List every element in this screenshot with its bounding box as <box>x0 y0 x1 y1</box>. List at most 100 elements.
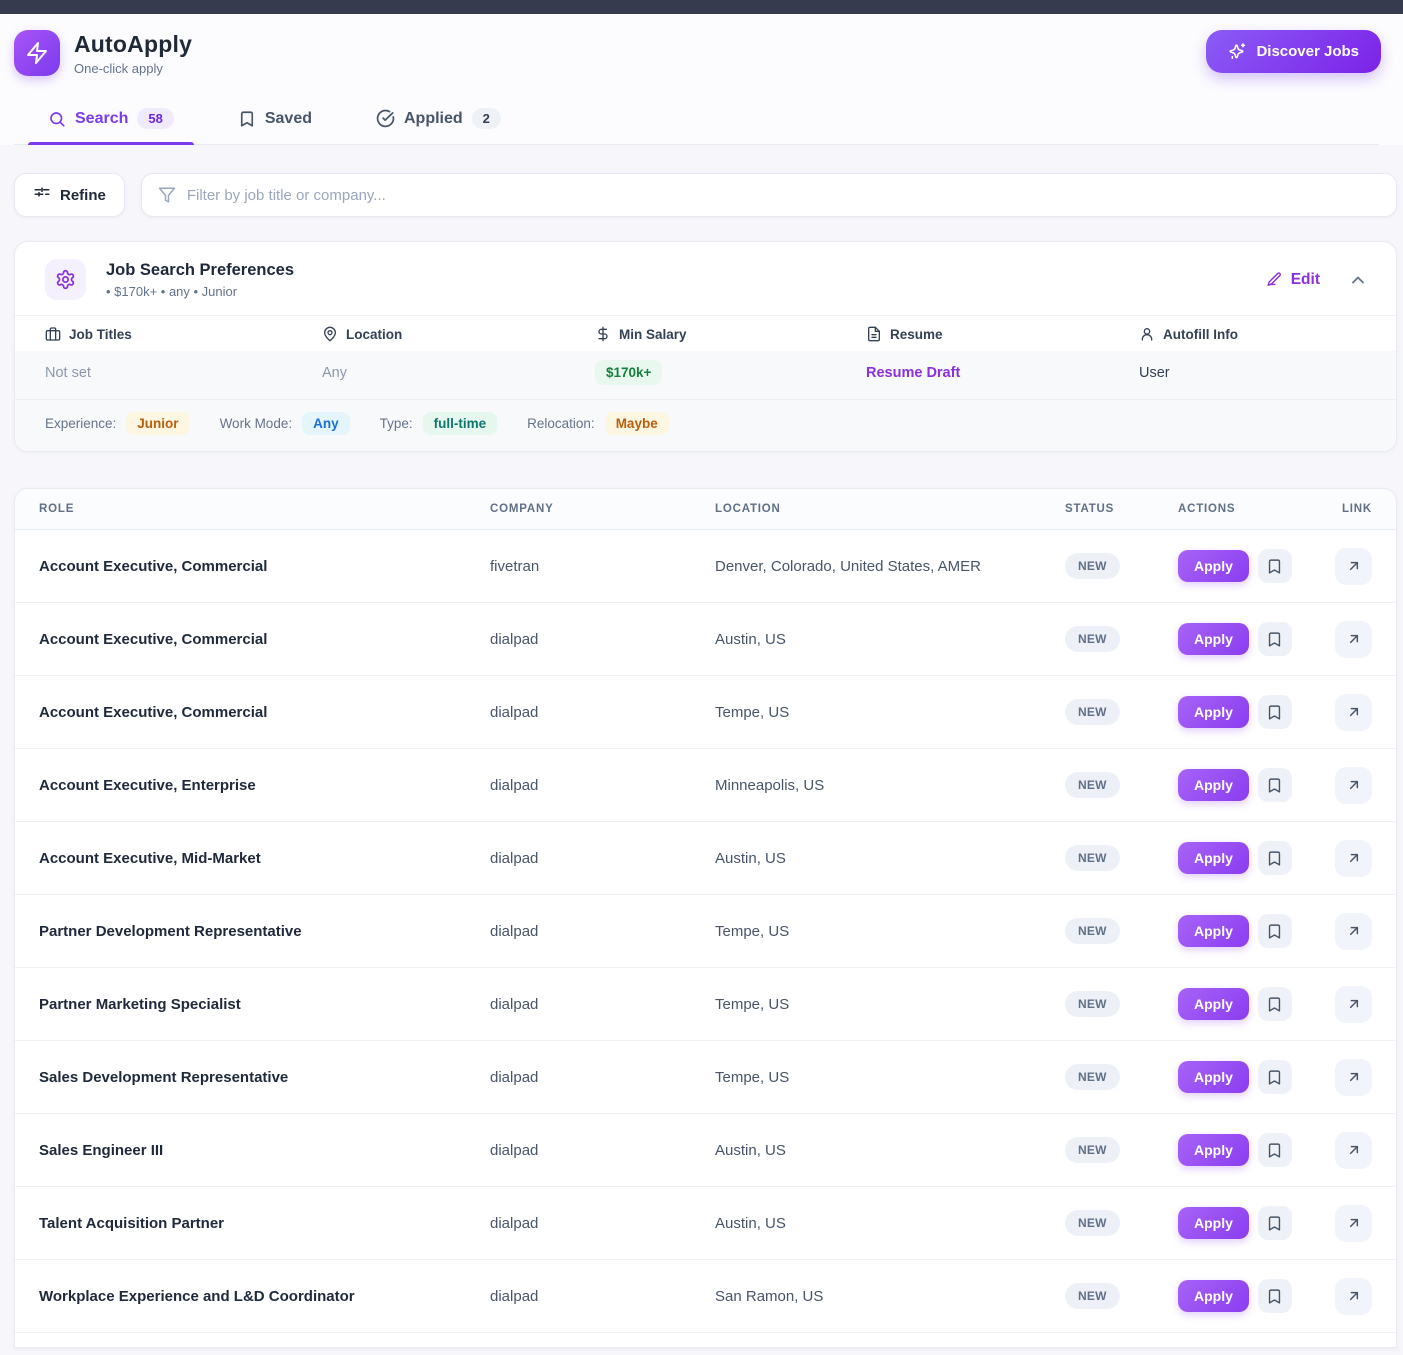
open-job-link-button[interactable] <box>1335 1058 1372 1096</box>
save-job-button[interactable] <box>1257 1133 1292 1167</box>
bookmark-icon <box>1266 558 1283 575</box>
table-row: Account Executive, Commercial dialpad Te… <box>15 676 1396 749</box>
trait-relocation: Relocation: Maybe <box>527 412 669 435</box>
save-job-button[interactable] <box>1257 1279 1292 1313</box>
filter-row: Refine <box>0 145 1403 217</box>
open-job-link-button[interactable] <box>1335 1277 1372 1315</box>
tab-applied-label: Applied <box>403 109 463 127</box>
apply-button[interactable]: Apply <box>1178 696 1249 728</box>
save-job-button[interactable] <box>1257 768 1292 802</box>
filter-input-wrapper <box>140 173 1397 217</box>
tab-search[interactable]: Search 58 <box>28 94 194 145</box>
job-role: Account Executive, Mid-Market <box>39 849 261 867</box>
experience-badge: Junior <box>126 412 190 435</box>
open-job-link-button[interactable] <box>1335 912 1372 950</box>
apply-button[interactable]: Apply <box>1178 842 1249 874</box>
open-job-link-button[interactable] <box>1335 839 1372 877</box>
save-job-button[interactable] <box>1257 695 1292 729</box>
table-row: Sales Engineer III dialpad Austin, US NE… <box>15 1114 1396 1187</box>
trait-work-mode: Work Mode: Any <box>220 412 350 435</box>
discover-jobs-label: Discover Jobs <box>1256 43 1359 60</box>
arrow-up-right-icon <box>1346 704 1362 720</box>
save-job-button[interactable] <box>1257 1060 1292 1094</box>
field-location-label: Location <box>322 326 595 342</box>
status-badge: NEW <box>1065 1064 1120 1090</box>
arrow-up-right-icon <box>1346 1069 1362 1085</box>
apply-button[interactable]: Apply <box>1178 988 1249 1020</box>
open-job-link-button[interactable] <box>1335 620 1372 658</box>
tab-applied-count: 2 <box>471 108 501 129</box>
arrow-up-right-icon <box>1346 850 1362 866</box>
trait-type: Type: full-time <box>380 412 498 435</box>
table-row: Sales Development Representative dialpad… <box>15 1041 1396 1114</box>
apply-button[interactable]: Apply <box>1178 1280 1249 1312</box>
refine-button[interactable]: Refine <box>14 173 125 217</box>
save-job-button[interactable] <box>1257 841 1292 875</box>
status-badge: NEW <box>1065 1137 1120 1163</box>
apply-button[interactable]: Apply <box>1178 1207 1249 1239</box>
collapse-preferences-button[interactable] <box>1346 268 1370 292</box>
tab-applied[interactable]: Applied 2 <box>356 94 521 144</box>
job-company: fivetran <box>490 557 540 575</box>
edit-preferences-button[interactable]: Edit <box>1266 271 1320 289</box>
open-job-link-button[interactable] <box>1335 985 1372 1023</box>
apply-button[interactable]: Apply <box>1178 915 1249 947</box>
arrow-up-right-icon <box>1346 558 1362 574</box>
status-badge: NEW <box>1065 1210 1120 1236</box>
resume-link[interactable]: Resume Draft <box>866 365 960 381</box>
header-actions: ACTIONS <box>1178 503 1236 515</box>
tab-bar: Search 58 Saved Applied 2 <box>14 94 1379 145</box>
job-company: dialpad <box>490 1287 539 1305</box>
job-company: dialpad <box>490 922 539 940</box>
open-job-link-button[interactable] <box>1335 1131 1372 1169</box>
header-role: ROLE <box>39 503 75 515</box>
apply-button[interactable]: Apply <box>1178 623 1249 655</box>
filter-input[interactable] <box>186 186 1380 204</box>
status-badge: NEW <box>1065 991 1120 1017</box>
job-location: Tempe, US <box>715 1068 790 1086</box>
bookmark-icon <box>1266 777 1283 794</box>
arrow-up-right-icon <box>1346 1215 1362 1231</box>
open-job-link-button[interactable] <box>1335 693 1372 731</box>
open-job-link-button[interactable] <box>1335 766 1372 804</box>
open-job-link-button[interactable] <box>1335 547 1372 585</box>
gear-icon <box>45 259 86 300</box>
table-row: Account Executive, Enterprise dialpad Mi… <box>15 749 1396 822</box>
arrow-up-right-icon <box>1346 631 1362 647</box>
job-role: Partner Marketing Specialist <box>39 995 241 1013</box>
bookmark-icon <box>1266 1142 1283 1159</box>
apply-button[interactable]: Apply <box>1178 1134 1249 1166</box>
tab-saved[interactable]: Saved <box>218 94 332 144</box>
bookmark-icon <box>1266 1069 1283 1086</box>
save-job-button[interactable] <box>1257 987 1292 1021</box>
status-badge: NEW <box>1065 772 1120 798</box>
lightning-icon <box>25 41 49 65</box>
autofill-value: User <box>1139 364 1170 381</box>
job-role: Talent Acquisition Partner <box>39 1214 225 1232</box>
job-company: dialpad <box>490 630 539 648</box>
save-job-button[interactable] <box>1257 914 1292 948</box>
job-company: dialpad <box>490 849 539 867</box>
apply-button[interactable]: Apply <box>1178 550 1249 582</box>
search-icon <box>48 110 66 128</box>
briefcase-icon <box>45 326 61 342</box>
job-company: dialpad <box>490 1068 539 1086</box>
job-location: Austin, US <box>715 630 786 648</box>
table-row: Account Executive, Mid-Market dialpad Au… <box>15 822 1396 895</box>
jobs-table-body: Account Executive, Commercial fivetran D… <box>15 530 1396 1333</box>
apply-button[interactable]: Apply <box>1178 769 1249 801</box>
save-job-button[interactable] <box>1257 622 1292 656</box>
refine-label: Refine <box>60 186 106 204</box>
job-company: dialpad <box>490 1214 539 1232</box>
job-location: Tempe, US <box>715 703 790 721</box>
job-role: Account Executive, Commercial <box>39 703 268 721</box>
save-job-button[interactable] <box>1257 1206 1292 1240</box>
header-company: COMPANY <box>490 503 554 515</box>
save-job-button[interactable] <box>1257 549 1292 583</box>
apply-button[interactable]: Apply <box>1178 1061 1249 1093</box>
open-job-link-button[interactable] <box>1335 1204 1372 1242</box>
field-job-titles-label: Job Titles <box>45 326 322 342</box>
job-company: dialpad <box>490 1141 539 1159</box>
discover-jobs-button[interactable]: Discover Jobs <box>1206 30 1381 73</box>
bookmark-icon <box>1266 704 1283 721</box>
